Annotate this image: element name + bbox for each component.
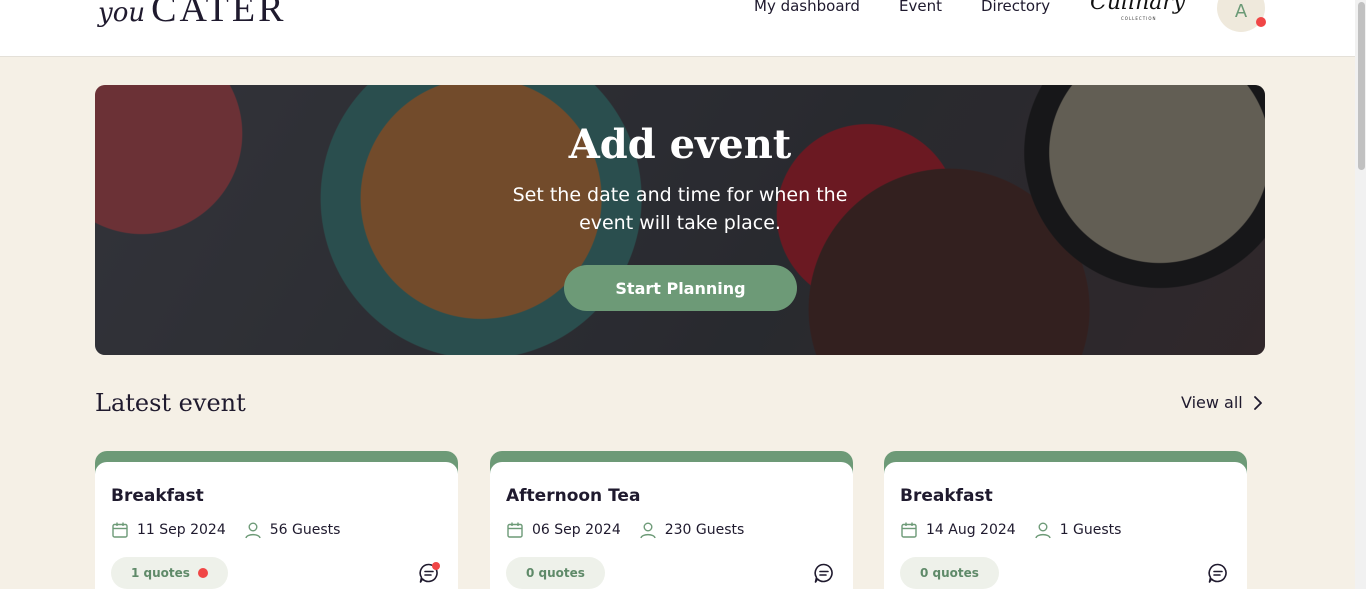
event-date: 11 Sep 2024 — [137, 522, 226, 538]
quotes-count: 1 quotes — [131, 566, 190, 580]
event-card[interactable]: Afternoon Tea 06 Sep 2024 230 Guests 0 q… — [490, 451, 853, 589]
nav-directory[interactable]: Directory — [981, 0, 1050, 15]
event-title: Breakfast — [111, 486, 204, 506]
unread-dot — [197, 568, 208, 578]
hero-title: Add event — [568, 121, 792, 168]
event-date: 06 Sep 2024 — [532, 522, 621, 538]
calendar-icon — [507, 522, 523, 538]
view-all-label: View all — [1181, 393, 1243, 412]
calendar-icon — [112, 522, 128, 538]
quotes-count: 0 quotes — [920, 566, 979, 580]
chat-icon[interactable] — [813, 562, 835, 584]
top-header: you CATER My dashboard Event Directory C… — [0, 0, 1366, 57]
quotes-badge[interactable]: 0 quotes — [900, 557, 999, 589]
hero-content: Add event Set the date and time for when… — [95, 85, 1265, 355]
logo-cater: CATER — [151, 0, 287, 30]
event-title: Afternoon Tea — [506, 486, 641, 506]
quotes-badge[interactable]: 1 quotes — [111, 557, 228, 589]
logo-you: you — [98, 0, 146, 28]
event-card[interactable]: Breakfast 11 Sep 2024 56 Guests 1 quotes — [95, 451, 458, 589]
notification-dot — [1256, 17, 1266, 27]
event-card-body: Breakfast 14 Aug 2024 1 Guests 0 quotes — [884, 462, 1247, 589]
event-guests: 1 Guests — [1059, 522, 1122, 538]
user-avatar[interactable]: A — [1217, 0, 1265, 32]
culinary-logo-sub: COLLECTION — [1121, 16, 1157, 21]
event-meta: 14 Aug 2024 1 Guests — [900, 521, 1121, 539]
avatar-initial: A — [1234, 0, 1248, 22]
nav-event[interactable]: Event — [899, 0, 942, 15]
chevron-right-icon — [1253, 395, 1262, 410]
user-icon — [1034, 522, 1051, 539]
culinary-logo-text: Culinary — [1090, 0, 1186, 15]
user-icon — [640, 522, 656, 539]
chat-icon[interactable] — [1207, 562, 1229, 584]
event-meta: 11 Sep 2024 56 Guests — [111, 521, 340, 539]
event-card[interactable]: Breakfast 14 Aug 2024 1 Guests 0 quotes — [884, 451, 1247, 589]
user-icon — [245, 522, 261, 539]
add-event-hero: Add event Set the date and time for when… — [95, 85, 1265, 355]
hero-subtitle: Set the date and time for when the event… — [512, 184, 848, 234]
latest-event-heading: Latest event — [95, 389, 246, 417]
scrollbar-thumb[interactable] — [1358, 2, 1365, 170]
youcater-logo[interactable]: you CATER — [98, 0, 286, 28]
quotes-badge[interactable]: 0 quotes — [506, 557, 605, 589]
nav-my-dashboard[interactable]: My dashboard — [754, 0, 860, 15]
quotes-count: 0 quotes — [526, 566, 585, 580]
calendar-icon — [901, 522, 917, 538]
view-all-link[interactable]: View all — [1181, 393, 1263, 412]
event-card-body: Breakfast 11 Sep 2024 56 Guests 1 quotes — [95, 462, 458, 589]
event-meta: 06 Sep 2024 230 Guests — [506, 521, 744, 539]
start-planning-button[interactable]: Start Planning — [564, 265, 797, 311]
event-title: Breakfast — [900, 486, 993, 506]
chat-unread-dot — [432, 562, 440, 570]
event-card-body: Afternoon Tea 06 Sep 2024 230 Guests 0 q… — [490, 462, 853, 589]
event-guests: 230 Guests — [664, 522, 745, 538]
event-date: 14 Aug 2024 — [926, 522, 1016, 538]
event-guests: 56 Guests — [269, 522, 341, 538]
culinary-collection-logo[interactable]: Culinary COLLECTION — [1088, 0, 1185, 24]
